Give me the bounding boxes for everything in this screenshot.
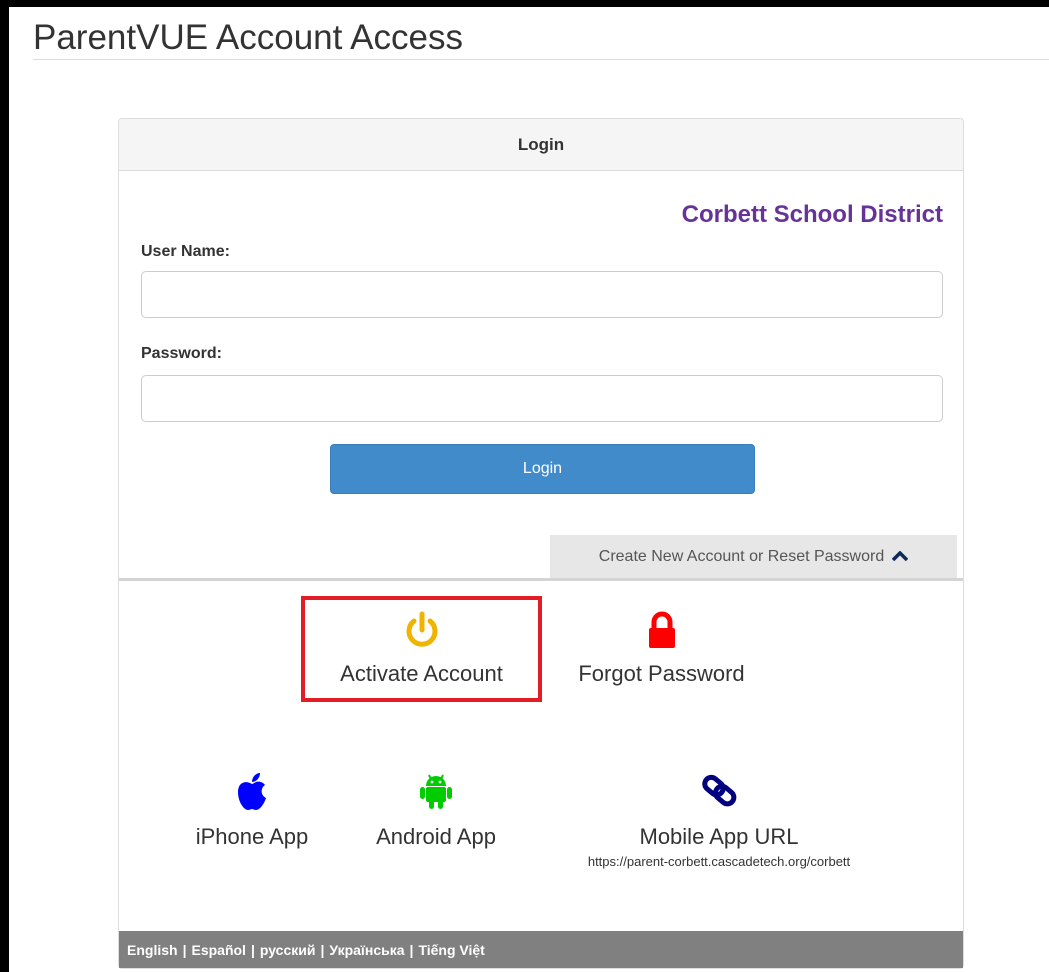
android-icon [418,771,454,816]
username-input[interactable] [141,271,943,318]
page-title: ParentVUE Account Access [33,18,463,57]
title-divider [33,59,1049,60]
iphone-app-link[interactable]: iPhone App [177,771,327,850]
create-account-tab-label: Create New Account or Reset Password [598,547,885,565]
forgot-password-label: Forgot Password [578,661,745,686]
login-panel: Login Corbett School District User Name:… [118,118,964,969]
mobile-app-url-link[interactable]: Mobile App URL https://parent-corbett.ca… [533,771,905,869]
iphone-app-label: iPhone App [195,824,309,849]
window-left-border [0,0,9,972]
android-app-link[interactable]: Android App [356,771,516,850]
link-icon [697,771,741,816]
mobile-app-url-label: Mobile App URL [639,824,799,849]
android-app-label: Android App [376,824,496,849]
activate-account-label: Activate Account [340,661,503,686]
password-label: Password: [141,345,222,362]
language-ukrainian[interactable]: Українська [329,942,404,958]
language-espanol[interactable]: Español [191,942,245,958]
window-top-border [0,0,1049,7]
mobile-app-url-text: https://parent-corbett.cascadetech.org/c… [587,854,851,869]
login-button[interactable]: Login [330,444,755,494]
language-bar: English | Español | русский | Українська… [119,931,963,968]
section-divider [119,578,963,581]
forgot-password-link[interactable]: Forgot Password [559,610,764,687]
password-input[interactable] [141,375,943,422]
chevron-up-icon [892,551,909,562]
apple-icon [234,771,270,816]
language-english[interactable]: English [127,942,178,958]
language-russian[interactable]: русский [260,942,316,958]
lock-icon [646,610,678,655]
district-name: Corbett School District [681,201,943,228]
panel-header: Login [119,119,963,171]
language-vietnamese[interactable]: Tiếng Việt [418,942,484,958]
create-account-tab[interactable]: Create New Account or Reset Password [550,535,957,578]
power-icon [404,610,440,655]
activate-account-link[interactable]: Activate Account [319,610,524,687]
username-label: User Name: [141,243,230,260]
